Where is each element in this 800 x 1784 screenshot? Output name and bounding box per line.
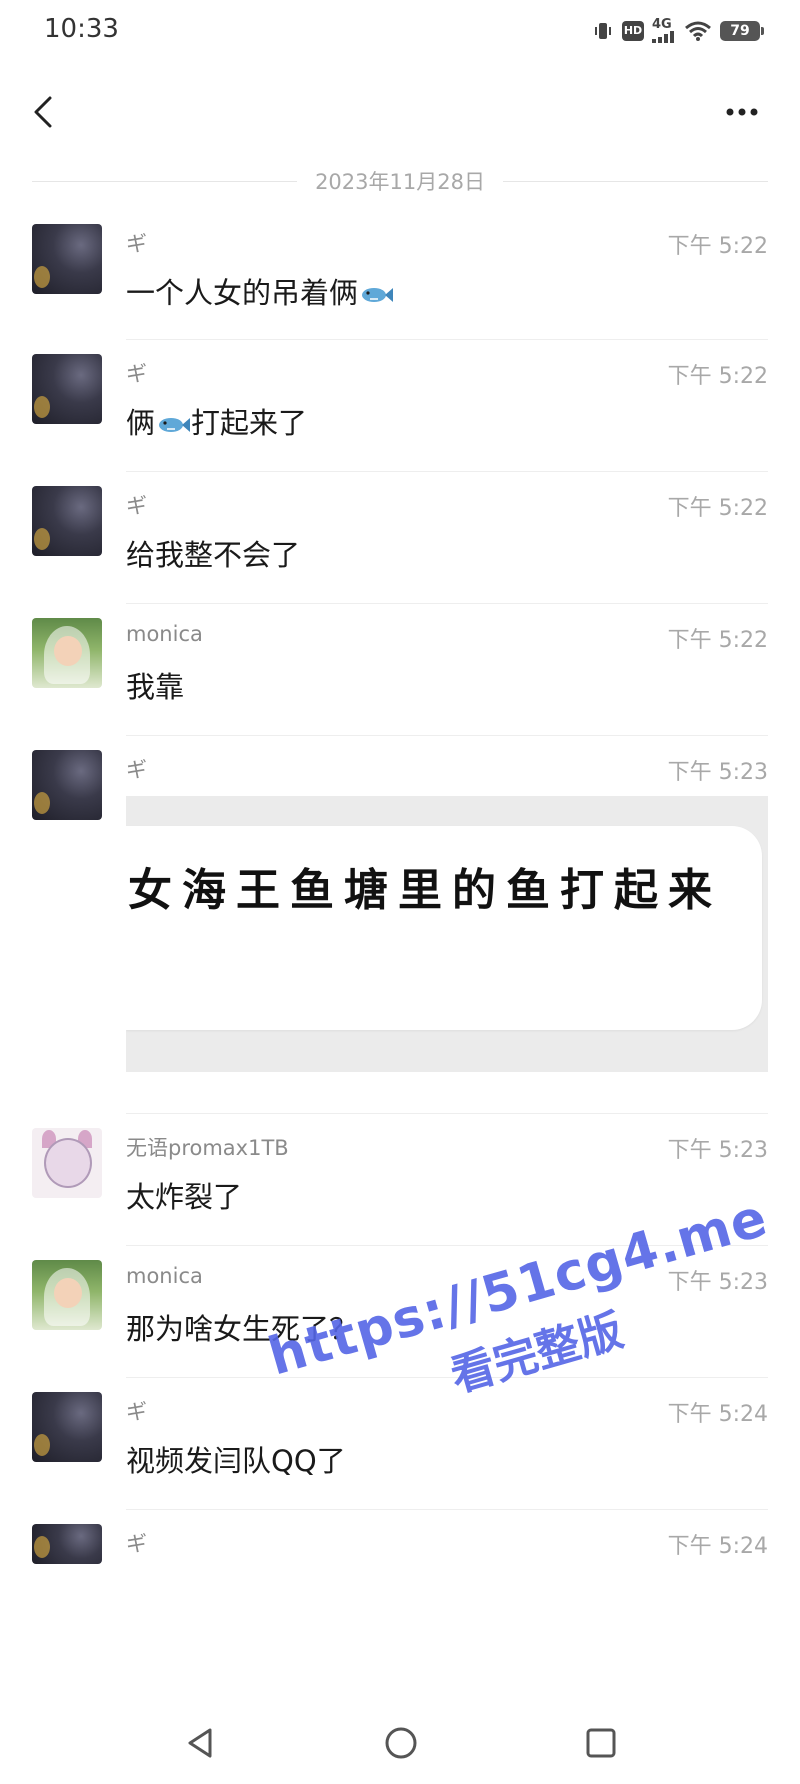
hd-icon: HD <box>622 20 644 41</box>
avatar[interactable] <box>32 618 102 688</box>
message-time: 下午 5:23 <box>667 1138 768 1163</box>
status-bar: 10:33 HD 4G 79 <box>0 0 800 64</box>
system-navigation-bar <box>0 1700 800 1784</box>
sender-name: ギ <box>126 362 147 386</box>
message-text: 一个人女的吊着俩 <box>126 276 359 310</box>
more-dots-icon <box>726 108 758 116</box>
sender-name: ギ <box>126 494 147 518</box>
status-time: 10:33 <box>44 14 119 44</box>
divider-line <box>32 180 298 182</box>
message-text-part: 打起来了 <box>191 406 308 440</box>
divider-line <box>502 180 769 182</box>
message-text-part: 俩 <box>126 406 156 440</box>
sender-name: ギ <box>126 758 147 782</box>
sender-name: ギ <box>126 1532 147 1556</box>
avatar[interactable] <box>32 1128 102 1198</box>
message-item[interactable]: ギ 下午 5:22 俩 打起来了 <box>0 340 800 472</box>
triangle-back-icon <box>188 1728 212 1758</box>
back-button[interactable] <box>22 88 70 136</box>
avatar[interactable] <box>32 224 102 294</box>
status-icons: HD 4G 79 <box>592 18 764 43</box>
system-recents-button[interactable] <box>580 1722 622 1764</box>
chevron-left-icon <box>34 96 52 128</box>
sticker-image[interactable]: 女海王鱼塘里的鱼打起来 <box>126 796 768 1072</box>
system-home-button[interactable] <box>380 1722 422 1764</box>
message-text: 我靠 <box>126 670 185 704</box>
battery-icon: 79 <box>720 20 764 41</box>
sticker-text: 女海王鱼塘里的鱼打起来 <box>128 865 722 916</box>
message-time: 下午 5:24 <box>667 1402 768 1427</box>
message-time: 下午 5:22 <box>667 496 768 521</box>
date-label: 2023年11月28日 <box>315 170 485 194</box>
circle-home-icon <box>385 1727 417 1759</box>
avatar[interactable] <box>32 1524 102 1564</box>
message-item[interactable]: ギ 下午 5:23 女海王鱼塘里的鱼打起来 <box>0 736 800 1114</box>
square-recents-icon <box>586 1728 616 1758</box>
message-text-wrap: 俩 打起来了 <box>126 400 307 442</box>
sender-name: monica <box>126 622 203 646</box>
message-time: 下午 5:22 <box>667 234 768 259</box>
sender-name: 无语promax1TB <box>126 1136 289 1160</box>
avatar-head <box>44 1138 92 1188</box>
message-time: 下午 5:22 <box>667 628 768 653</box>
signal-icon: 4G <box>652 18 676 43</box>
avatar[interactable] <box>32 1260 102 1330</box>
avatar-face <box>54 1278 82 1308</box>
system-back-button[interactable] <box>180 1722 222 1764</box>
message-text-wrap: 一个人女的吊着俩 <box>126 270 394 312</box>
message-time: 下午 5:22 <box>667 364 768 389</box>
message-item[interactable]: monica 下午 5:22 我靠 <box>0 604 800 736</box>
message-item[interactable]: ギ 下午 5:22 一个人女的吊着俩 <box>0 210 800 340</box>
message-text: 给我整不会了 <box>126 538 301 572</box>
message-time: 下午 5:23 <box>667 760 768 785</box>
fish-icon <box>159 418 191 432</box>
message-item[interactable]: ギ 下午 5:22 给我整不会了 <box>0 472 800 604</box>
sender-name: ギ <box>126 232 147 256</box>
wifi-icon <box>684 20 712 42</box>
message-item[interactable]: ギ 下午 5:24 <box>0 1510 800 1600</box>
more-options-button[interactable] <box>714 88 770 136</box>
message-text: 太炸裂了 <box>126 1180 243 1214</box>
avatar-face <box>54 636 82 666</box>
sender-name: monica <box>126 1264 203 1288</box>
network-label: 4G <box>652 17 672 32</box>
date-divider: 2023年11月28日 <box>32 166 769 196</box>
avatar[interactable] <box>32 354 102 424</box>
vibrate-icon <box>592 20 614 42</box>
avatar[interactable] <box>32 1392 102 1462</box>
avatar[interactable] <box>32 750 102 820</box>
fish-icon <box>362 288 394 302</box>
message-time: 下午 5:24 <box>667 1534 768 1559</box>
sender-name: ギ <box>126 1400 147 1424</box>
avatar[interactable] <box>32 486 102 556</box>
chat-header <box>0 70 800 154</box>
